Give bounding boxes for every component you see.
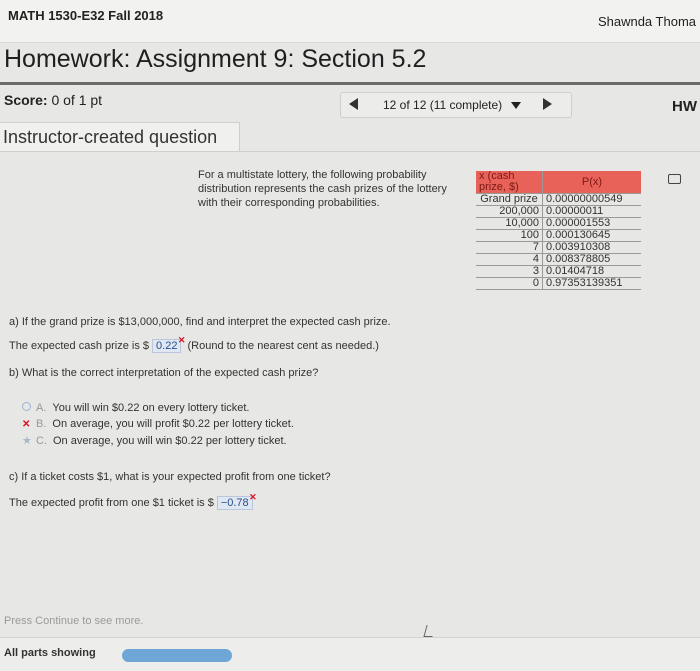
question-divider (0, 151, 700, 152)
radio-icon[interactable] (22, 402, 31, 411)
part-a-answer-prefix: The expected cash prize is $ (9, 340, 150, 352)
next-question-icon[interactable] (543, 98, 552, 110)
table-cell-px: 0.97353139351 (542, 277, 641, 290)
part-c-question: c) If a ticket costs $1, what is your ex… (9, 471, 331, 483)
part-c-answer-box[interactable]: −0.78 ✕ (216, 492, 257, 510)
table-cell-px: 0.01404718 (542, 265, 641, 278)
table-header-row: x (cash prize, $) P(x) (476, 171, 641, 194)
incorrect-x-icon: ✕ (22, 419, 31, 430)
part-a-answer: The expected cash prize is $0.22 ✕ (Round… (9, 335, 379, 353)
part-a-answer-value: 0.22 (156, 340, 178, 352)
choice-b[interactable]: ✕ B. On average, you will profit $0.22 per… (22, 418, 294, 430)
table-cell-px: 0.00000011 (542, 205, 641, 218)
score-label: Score: (4, 92, 48, 108)
table-cell-x: 4 (476, 253, 543, 266)
table-cell-x: 10,000 (476, 217, 543, 230)
title-divider (0, 82, 700, 85)
choice-a[interactable]: A. You will win $0.22 on every lottery ti… (22, 402, 250, 414)
table-cell-px: 0.008378805 (542, 253, 641, 266)
table-row: 10,000 0.000001553 (476, 217, 641, 230)
question-navigator: 12 of 12 (11 complete) (340, 92, 572, 118)
column-header-px: P(x) (542, 171, 641, 194)
press-continue-text: Press Continue to see more. (4, 615, 144, 627)
table-cell-x: 100 (476, 229, 543, 242)
choice-letter: A. (36, 402, 47, 414)
table-cell-x: Grand prize (476, 193, 543, 206)
dropdown-caret-icon[interactable] (511, 102, 521, 109)
parts-progress-bar (122, 649, 232, 662)
copy-table-icon[interactable] (668, 174, 681, 184)
course-name: MATH 1530-E32 Fall 2018 (8, 8, 164, 23)
table-cell-x: 7 (476, 241, 543, 254)
choice-letter: C. (36, 435, 47, 447)
incorrect-mark-icon: ✕ (177, 335, 186, 345)
user-name[interactable]: Shawnda Thoma (598, 14, 696, 29)
part-a-answer-box[interactable]: 0.22 ✕ (152, 335, 185, 353)
table-row: 100 0.000130645 (476, 229, 641, 242)
homework-title: Homework: Assignment 9: Section 5.2 (4, 45, 427, 73)
question-position[interactable]: 12 of 12 (11 complete) (383, 98, 502, 112)
probability-table: x (cash prize, $) P(x) Grand prize 0.000… (476, 171, 641, 290)
previous-question-icon[interactable] (349, 98, 358, 110)
part-c-answer: The expected profit from one $1 ticket i… (9, 492, 257, 510)
choice-text: You will win $0.22 on every lottery tick… (52, 402, 250, 414)
incorrect-mark-icon: ✕ (249, 492, 257, 502)
question-type-label: Instructor-created question (0, 122, 240, 152)
choice-c[interactable]: ★ C. On average, you will win $0.22 per lo… (22, 434, 287, 447)
mouse-cursor-icon (423, 625, 436, 637)
choice-text: On average, you will win $0.22 per lotte… (53, 435, 287, 447)
table-cell-x: 0 (476, 277, 543, 290)
table-row: 0 0.97353139351 (476, 277, 641, 290)
parts-showing-label: All parts showing (4, 647, 96, 659)
choice-text: On average, you will profit $0.22 per lo… (52, 418, 294, 430)
bottom-bar: All parts showing (0, 637, 700, 671)
table-cell-px: 0.000130645 (542, 229, 641, 242)
score: Score: 0 of 1 pt (4, 92, 102, 108)
table-row: 200,000 0.00000011 (476, 205, 641, 218)
top-bar: MATH 1530-E32 Fall 2018 Shawnda Thoma (0, 0, 700, 43)
part-a-question: a) If the grand prize is $13,000,000, fi… (9, 316, 391, 328)
table-row: Grand prize 0.00000000549 (476, 193, 641, 206)
part-c-answer-value: −0.78 (220, 497, 249, 509)
table-row: 3 0.01404718 (476, 265, 641, 278)
part-c-answer-prefix: The expected profit from one $1 ticket i… (9, 497, 214, 509)
hw-badge[interactable]: HW (672, 98, 697, 115)
table-row: 7 0.003910308 (476, 241, 641, 254)
table-cell-px: 0.003910308 (542, 241, 641, 254)
table-cell-x: 200,000 (476, 205, 543, 218)
table-cell-px: 0.000001553 (542, 217, 641, 230)
column-header-x: x (cash prize, $) (476, 171, 543, 194)
correct-star-icon: ★ (22, 435, 32, 447)
table-row: 4 0.008378805 (476, 253, 641, 266)
table-cell-x: 3 (476, 265, 543, 278)
choice-letter: B. (36, 418, 47, 430)
part-b-question: b) What is the correct interpretation of… (9, 367, 319, 379)
table-cell-px: 0.00000000549 (542, 193, 641, 206)
question-prompt: For a multistate lottery, the following … (198, 169, 447, 209)
part-a-answer-hint: (Round to the nearest cent as needed.) (187, 340, 379, 352)
score-value: 0 of 1 pt (51, 92, 103, 108)
